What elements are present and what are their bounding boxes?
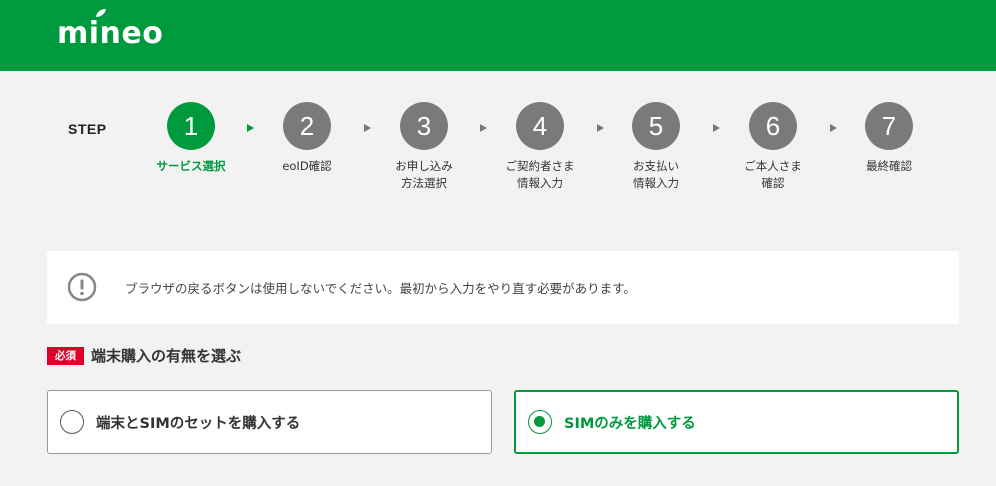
notice-text: ブラウザの戻るボタンは使用しないでください。最初から入力をやり直す必要があります… [125, 281, 636, 296]
required-badge: 必須 [47, 346, 84, 365]
step-caption: お申し込み 方法選択 [395, 159, 453, 190]
step-number: 7 [865, 102, 913, 150]
section-heading: 端末購入の有無を選ぶ [91, 347, 242, 365]
header-bar: mineo [0, 0, 996, 71]
step-caption: ご契約者さま 情報入力 [505, 159, 575, 190]
option-sim-only[interactable]: SIMのみを購入する [514, 390, 959, 454]
step-number: 6 [749, 102, 797, 150]
logo-leaf-icon [96, 9, 106, 17]
step-number: 4 [516, 102, 564, 150]
step-caption: 最終確認 [866, 159, 912, 173]
step-caption: ご本人さま 確認 [744, 159, 802, 190]
step-3: 3 お申し込み 方法選択 [364, 102, 484, 192]
step-caption: お支払い 情報入力 [633, 159, 679, 190]
option-device-and-sim[interactable]: 端末とSIMのセットを購入する [47, 390, 492, 454]
exclamation-circle-icon [67, 272, 97, 302]
step-number: 1 [167, 102, 215, 150]
radio-button[interactable] [60, 410, 84, 434]
step-4: 4 ご契約者さま 情報入力 [480, 102, 600, 192]
step-caption: eoID確認 [282, 159, 332, 173]
step-number: 2 [283, 102, 331, 150]
notice-box: ブラウザの戻るボタンは使用しないでください。最初から入力をやり直す必要があります… [47, 251, 959, 324]
option-label: 端末とSIMのセットを購入する [96, 415, 301, 432]
option-label: SIMのみを購入する [564, 415, 696, 432]
step-5: 5 お支払い 情報入力 [596, 102, 716, 192]
step-caption: サービス選択 [156, 159, 226, 173]
step-2: 2 eoID確認 [247, 102, 367, 175]
step-7: 7 最終確認 [829, 102, 949, 175]
step-label: STEP [68, 121, 107, 137]
step-1: 1 サービス選択 [131, 102, 251, 175]
device-section-title: 必須 端末購入の有無を選ぶ [47, 345, 241, 366]
mineo-logo[interactable]: mineo [57, 17, 163, 51]
radio-button-selected[interactable] [528, 410, 552, 434]
step-number: 5 [632, 102, 680, 150]
step-6: 6 ご本人さま 確認 [713, 102, 833, 192]
step-number: 3 [400, 102, 448, 150]
